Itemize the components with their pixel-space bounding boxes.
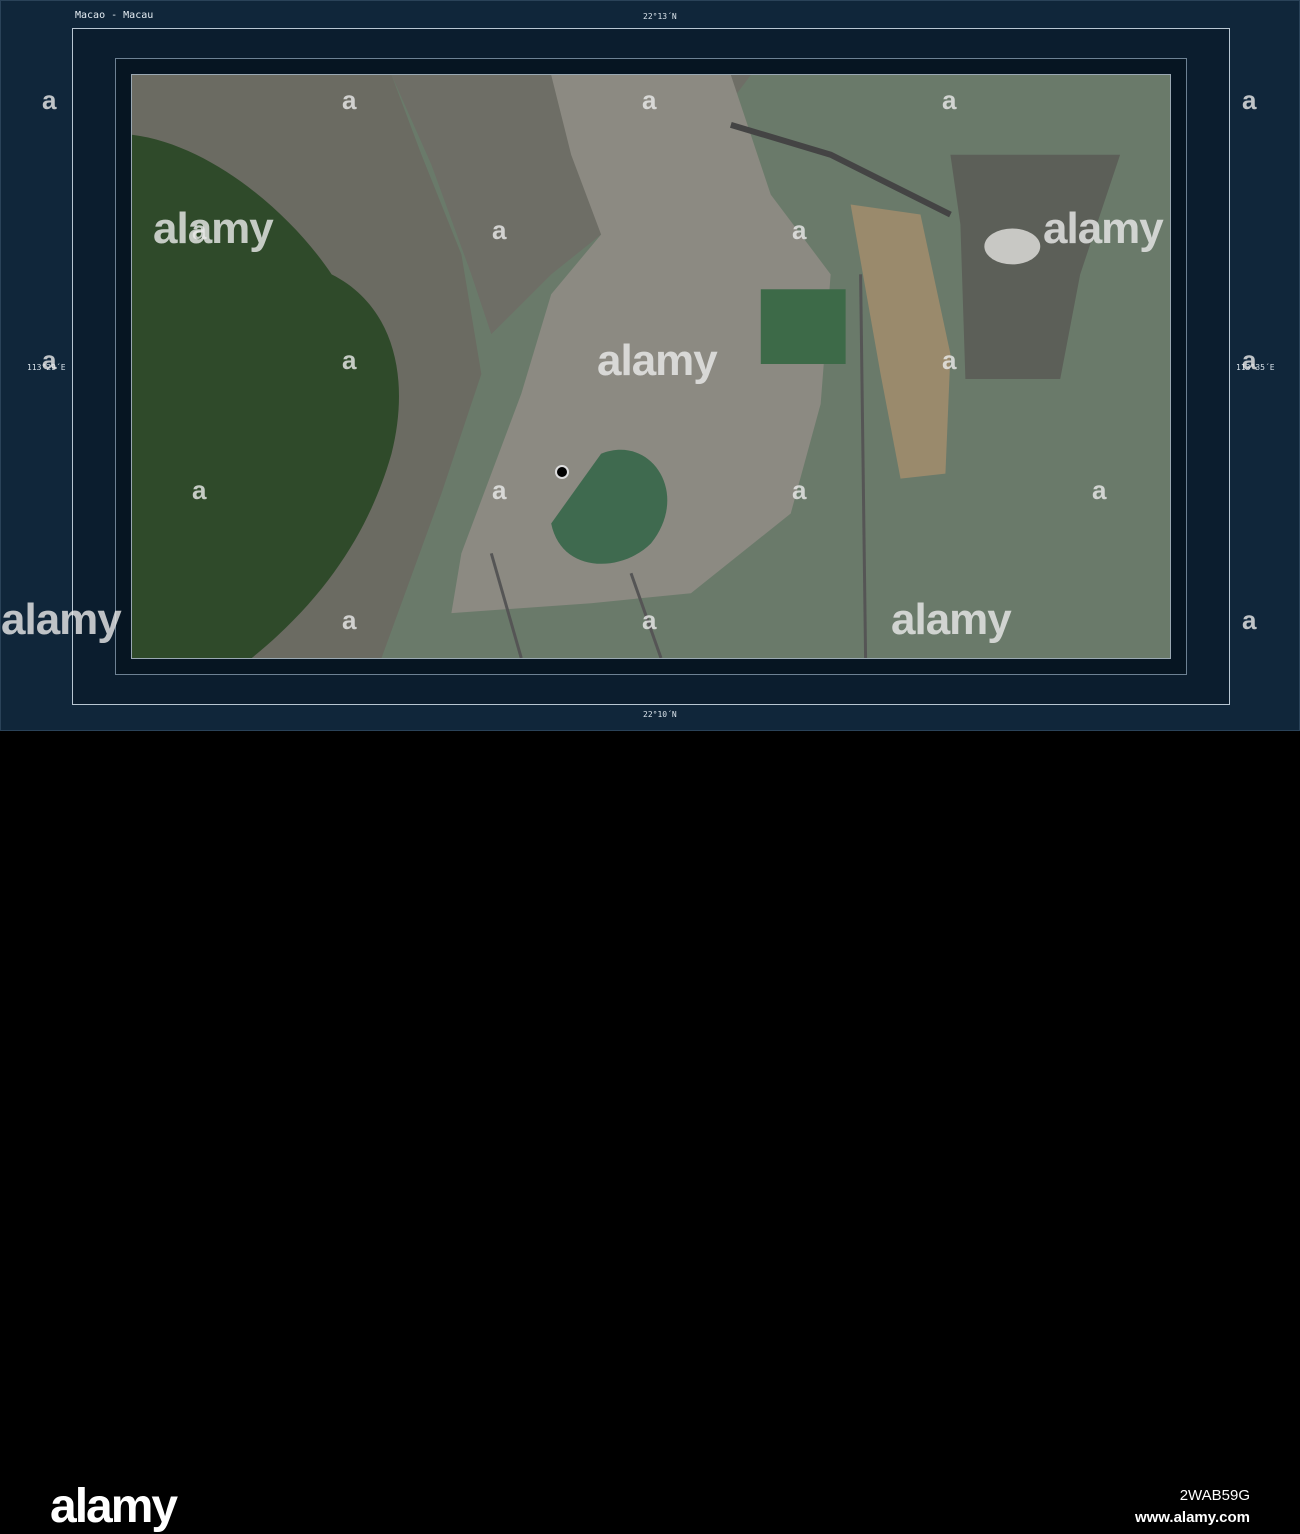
watermark: alamy xyxy=(891,595,1012,644)
watermark: alamy xyxy=(1043,204,1164,253)
stock-banner: alamy 2WAB59G www.alamy.com xyxy=(0,731,1300,1533)
image-code: 2WAB59G xyxy=(1179,1487,1250,1504)
watermark-letter: a xyxy=(342,345,357,375)
watermark-letter: a xyxy=(42,85,57,115)
watermark-letter: a xyxy=(192,475,207,505)
watermark-letter: a xyxy=(192,215,207,245)
watermark-letter: a xyxy=(492,215,507,245)
map-frame: Macao - Macau 22°13´N 22°10´N 113°29´E 1… xyxy=(0,0,1300,731)
map-title: Macao - Macau xyxy=(75,10,154,21)
watermark-letter: a xyxy=(1242,85,1257,115)
location-marker[interactable] xyxy=(555,465,569,479)
reservoir xyxy=(760,289,846,365)
watermark-letter: a xyxy=(942,345,957,375)
watermark: alamy xyxy=(1,595,122,644)
watermark-letter: a xyxy=(792,215,807,245)
alamy-logo: alamy xyxy=(50,1480,178,1533)
watermark-letter: a xyxy=(642,85,657,115)
watermark-letter: a xyxy=(1092,475,1107,505)
latitude-top-label: 22°13´N xyxy=(643,12,677,21)
watermark-letter: a xyxy=(942,85,957,115)
watermark-letter: a xyxy=(792,475,807,505)
watermark-letter: a xyxy=(1242,605,1257,635)
watermark-letter: a xyxy=(642,605,657,635)
latitude-bottom-label: 22°10´N xyxy=(643,710,677,719)
watermark-letter: a xyxy=(42,345,57,375)
watermark-letter: a xyxy=(342,85,357,115)
watermark-letter: a xyxy=(492,475,507,505)
watermark-letter: a xyxy=(1242,345,1257,375)
watermark-letter: a xyxy=(342,605,357,635)
watermark: alamy xyxy=(153,204,274,253)
site-url: www.alamy.com xyxy=(1134,1509,1250,1526)
watermark: alamy xyxy=(597,336,718,385)
